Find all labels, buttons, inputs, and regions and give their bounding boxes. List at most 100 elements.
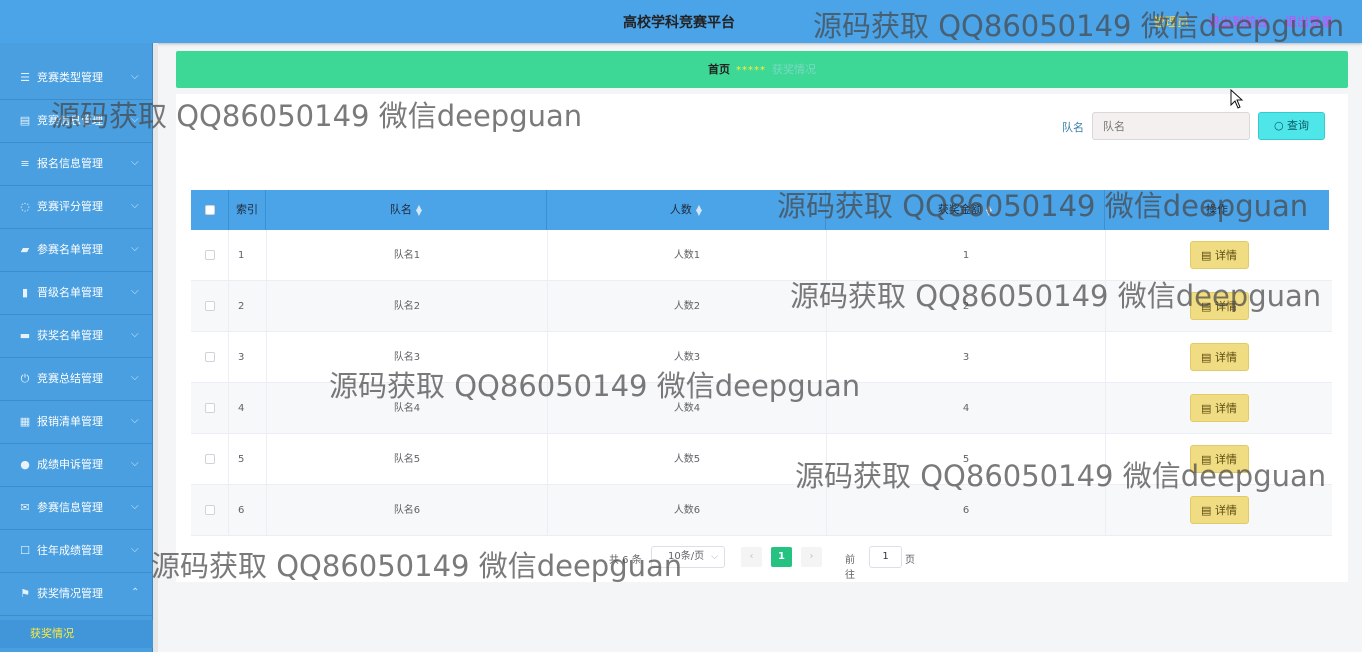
chevron-down-icon: ⌵	[131, 157, 139, 168]
detail-button-label: 详情	[1214, 300, 1237, 313]
column-team[interactable]: 队名 ▲ ▼	[266, 190, 547, 230]
chevron-down-icon: ⌵	[131, 329, 139, 340]
cell-index: 5	[229, 434, 267, 485]
bar-chart-icon: ▮	[21, 286, 29, 299]
goto-page-input[interactable]: 1	[869, 546, 902, 568]
detail-button[interactable]: ▤ 详情	[1189, 241, 1249, 269]
detail-button-label: 详情	[1214, 249, 1237, 262]
search-button-label: 查询	[1287, 119, 1310, 132]
box-icon: ☐	[20, 544, 30, 557]
sidebar-item-awards[interactable]: ⚑ 获奖情况管理 ⌃	[0, 573, 153, 616]
front-link[interactable]: 退出到前台	[1208, 13, 1268, 30]
sidebar-item-reimbursement[interactable]: ▦ 报销清单管理 ⌵	[0, 401, 153, 444]
sidebar-item-summary[interactable]: ⏻ 竞赛总结管理 ⌵	[0, 358, 153, 401]
table-row: 6 队名6 人数6 6 ▤ 详情	[191, 485, 1332, 536]
printer-icon: ▬	[19, 329, 31, 342]
cell-amount: 6	[827, 485, 1106, 536]
chevron-down-icon: ⌵	[131, 114, 139, 125]
chevron-down-icon: ⌵	[131, 243, 139, 254]
logout-link[interactable]: 退出登录	[1285, 13, 1333, 30]
sidebar-item-label: 竞赛类型管理	[37, 71, 103, 84]
sidebar-item-past-scores[interactable]: ☐ 往年成绩管理 ⌵	[0, 530, 153, 573]
search-icon: ○	[1273, 119, 1284, 132]
sidebar-item-scoring[interactable]: ◌ 竞赛评分管理 ⌵	[0, 186, 153, 229]
column-amount-label: 获奖金额	[937, 203, 982, 216]
select-all-checkbox[interactable]	[204, 205, 215, 215]
sidebar: ☰ 竞赛类型管理 ⌵ ▤ 竞赛信息管理 ⌵ ≡ 报名信息管理 ⌵ ◌ 竞赛评分管…	[0, 43, 153, 652]
cell-count: 人数3	[548, 332, 827, 383]
goto-suffix: 页	[905, 555, 915, 566]
sidebar-item-competition-type[interactable]: ☰ 竞赛类型管理 ⌵	[0, 57, 153, 100]
cell-team: 队名6	[267, 485, 548, 536]
search-input[interactable]	[1092, 112, 1250, 140]
sidebar-item-participation-info[interactable]: ✉ 参赛信息管理 ⌵	[0, 487, 153, 530]
row-checkbox[interactable]	[204, 454, 215, 464]
detail-button[interactable]: ▤ 详情	[1189, 394, 1249, 422]
breadcrumb-home[interactable]: 首页	[708, 63, 730, 76]
sidebar-item-label: 获奖名单管理	[37, 329, 103, 342]
detail-button[interactable]: ▤ 详情	[1189, 343, 1249, 371]
prev-page-button[interactable]: ‹	[741, 547, 762, 567]
sidebar-item-label: 成绩申诉管理	[37, 458, 103, 471]
chevron-down-icon: ⌵	[131, 286, 139, 297]
detail-button[interactable]: ▤ 详情	[1189, 496, 1249, 524]
flag-icon: ⚑	[20, 587, 30, 600]
document-icon: ▤	[1201, 402, 1212, 415]
row-checkbox[interactable]	[204, 505, 215, 515]
mouse-cursor-icon	[1230, 89, 1244, 109]
user-name[interactable]: 管理员	[1153, 13, 1189, 30]
sidebar-item-appeals[interactable]: ● 成绩申诉管理 ⌵	[0, 444, 153, 487]
mail-icon: ✉	[20, 501, 30, 514]
chevron-down-icon: ⌵	[131, 71, 139, 82]
table-row: 5 队名5 人数5 5 ▤ 详情	[191, 434, 1332, 485]
row-select-cell	[191, 281, 229, 332]
sidebar-item-participants[interactable]: ▰ 参赛名单管理 ⌵	[0, 229, 153, 272]
next-page-button[interactable]: ›	[801, 547, 822, 567]
cell-team: 队名1	[267, 230, 548, 281]
row-checkbox[interactable]	[204, 403, 215, 413]
search-button[interactable]: ○ 查询	[1258, 112, 1325, 140]
sidebar-scrollbar[interactable]	[153, 43, 158, 652]
cell-amount: 5	[827, 434, 1106, 485]
page-size-select[interactable]: 10条/页 ⌵	[651, 546, 725, 568]
cell-team: 队名2	[267, 281, 548, 332]
column-amount[interactable]: 获奖金额 ▲ ▼	[826, 190, 1105, 230]
chevron-down-icon: ⌵	[131, 458, 139, 469]
cell-index: 3	[229, 332, 267, 383]
detail-button[interactable]: ▤ 详情	[1189, 292, 1249, 320]
sidebar-item-advancement[interactable]: ▮ 晋级名单管理 ⌵	[0, 272, 153, 315]
sidebar-item-label: 竞赛评分管理	[37, 200, 103, 213]
breadcrumb-separator: *****	[736, 65, 766, 76]
row-checkbox[interactable]	[204, 250, 215, 260]
sidebar-item-winners[interactable]: ▬ 获奖名单管理 ⌵	[0, 315, 153, 358]
pagination-total: 共 6 条	[609, 555, 642, 566]
cell-team: 队名3	[267, 332, 548, 383]
detail-button-label: 详情	[1214, 504, 1237, 517]
row-checkbox[interactable]	[204, 352, 215, 362]
page-number-button[interactable]: 1	[771, 547, 792, 567]
top-header: 高校学科竞赛平台 管理员 退出到前台 退出登录	[0, 0, 1362, 43]
sidebar-item-competition-info[interactable]: ▤ 竞赛信息管理 ⌵	[0, 100, 153, 143]
clock-icon: ◌	[20, 200, 30, 213]
sidebar-item-registration[interactable]: ≡ 报名信息管理 ⌵	[0, 143, 153, 186]
row-checkbox[interactable]	[204, 301, 215, 311]
app-title: 高校学科竞赛平台	[623, 15, 735, 31]
cell-count: 人数6	[548, 485, 827, 536]
cell-count: 人数4	[548, 383, 827, 434]
cell-actions: ▤ 详情	[1106, 434, 1332, 485]
chevron-down-icon: ⌵	[131, 372, 139, 383]
sort-icon[interactable]: ▲ ▼	[416, 204, 422, 217]
detail-button[interactable]: ▤ 详情	[1189, 445, 1249, 473]
sidebar-subitem-awards[interactable]: 获奖情况	[0, 620, 153, 648]
sidebar-item-label: 参赛信息管理	[37, 501, 103, 514]
sidebar-item-label: 晋级名单管理	[37, 286, 103, 299]
table-row: 1 队名1 人数1 1 ▤ 详情	[191, 230, 1332, 281]
sort-icon[interactable]: ▲ ▼	[986, 204, 992, 217]
sort-icon[interactable]: ▲ ▼	[696, 204, 702, 217]
document-icon: ▤	[1201, 351, 1212, 364]
column-count[interactable]: 人数 ▲ ▼	[547, 190, 826, 230]
detail-button-label: 详情	[1214, 453, 1237, 466]
cell-actions: ▤ 详情	[1106, 281, 1332, 332]
cell-amount: 4	[827, 383, 1106, 434]
breadcrumb-current: 获奖情况	[772, 63, 816, 76]
